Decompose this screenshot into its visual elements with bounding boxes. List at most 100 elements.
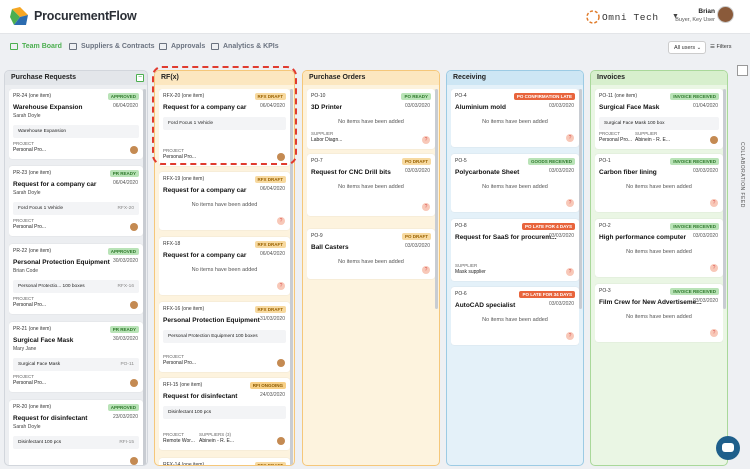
card-id-text: PO-11 <box>599 93 614 99</box>
column-title: Purchase Requests <box>5 71 147 85</box>
user-avatar[interactable] <box>717 6 734 23</box>
no-items-text: No items have been added <box>626 314 692 320</box>
unassigned-icon[interactable]: ? <box>422 266 430 274</box>
card-id-text: PR-23 <box>13 170 28 176</box>
column-scrollbar[interactable] <box>579 89 582 309</box>
add-request-button[interactable]: − <box>136 74 144 82</box>
tab-analytics-kpis[interactable]: Analytics & KPIs <box>211 43 279 50</box>
card-pr-20[interactable]: PR-20 (one item) APPROVED Request for disi… <box>9 400 143 465</box>
all-users-select[interactable]: All users ⌄ <box>668 41 706 54</box>
unassigned-icon[interactable]: ? <box>422 203 430 211</box>
unassigned-icon[interactable]: ? <box>566 199 574 207</box>
assignee-avatar[interactable] <box>130 379 138 387</box>
assignee-avatar[interactable] <box>130 146 138 154</box>
card-pr-22[interactable]: PR-22 (one item) APPROVED Personal Protect… <box>9 244 143 314</box>
card-po-8[interactable]: PO-8 PO LATE FOR 4 DAYS Request for SaaS f… <box>451 219 579 281</box>
status-badge: RFX DRAFT <box>254 306 286 313</box>
status-badge: INVOICE RECEIVED <box>670 288 719 295</box>
assignee-avatar[interactable] <box>710 136 718 144</box>
unassigned-icon[interactable]: ? <box>277 217 285 225</box>
item-ref[interactable]: RFX-20 <box>117 206 134 211</box>
card-rfx-18[interactable]: RFX-18 RFX DRAFT Request for a company car… <box>159 237 290 295</box>
card-pr-24[interactable]: PR-24 (one item) APPROVED Warehouse Expans… <box>9 89 143 159</box>
assignee-avatar[interactable] <box>130 223 138 231</box>
status-badge: RFX DRAFT <box>254 176 286 183</box>
unassigned-icon[interactable]: ? <box>710 329 718 337</box>
brand-name[interactable]: ProcurementFlow <box>34 9 137 23</box>
card-rfx-19[interactable]: RFX-19 (one item) RFX DRAFT Request for a … <box>159 172 290 230</box>
item-text: Personal Protection Equipment 100 boxes <box>168 334 258 339</box>
card-item: Surgical Face Mask 100 box <box>599 117 719 130</box>
assignee-avatar[interactable] <box>277 359 285 367</box>
card-po-6[interactable]: PO-6 PO LATE FOR 34 DAYS AutoCAD specialis… <box>451 287 579 345</box>
card-po-1[interactable]: PO-1 INVOICE RECEIVED Carbon fiber lining 0… <box>595 154 723 212</box>
card-item: Ford Focus 1 Vehicle RFX-20 <box>13 202 139 215</box>
card-rfx-16[interactable]: RFX-16 (one item) RFX DRAFT Personal Prote… <box>159 302 290 372</box>
item-text: Warehouse Expansion <box>18 129 67 134</box>
status-badge: PO READY <box>401 93 431 100</box>
tab-approvals[interactable]: Approvals <box>159 43 205 50</box>
column-cards: PR-24 (one item) APPROVED Warehouse Expans… <box>9 89 143 465</box>
card-po-3[interactable]: PO-3 INVOICE RECEIVED Film Crew for New Ad… <box>595 284 723 342</box>
column-title: Invoices <box>591 71 727 85</box>
panel-toggle-icon[interactable] <box>737 65 748 76</box>
assignee-avatar[interactable] <box>130 457 138 465</box>
no-items-text: No items have been added <box>191 267 258 273</box>
project-label: PROJECT <box>13 374 35 379</box>
status-badge: INVOICE RECEIVED <box>670 223 719 230</box>
no-items-text: No items have been added <box>626 249 692 255</box>
user-info[interactable]: Brian Buyer, Key User <box>640 8 715 23</box>
card-date: 06/04/2020 <box>112 180 138 186</box>
project-value: Personal Pro... <box>13 224 47 230</box>
assignee-avatar[interactable] <box>130 301 138 309</box>
status-badge: RFX DRAFT <box>254 462 286 465</box>
column-purchase-orders: Purchase Orders PO-10 PO READY 3D Printer 03… <box>302 70 440 466</box>
card-id-text: PO-6 <box>455 291 467 297</box>
card-line-count: (one item) <box>181 176 205 182</box>
project-value: Personal Pro... <box>13 147 47 153</box>
unassigned-icon[interactable]: ? <box>566 332 574 340</box>
supplier-label: SUPPLIER <box>635 131 658 136</box>
card-id-text: RFX-14 <box>163 462 181 465</box>
card-pr-23[interactable]: PR-23 (one item) PR READY Request for a co… <box>9 166 143 236</box>
card-item: Surgical Face Mask PO-11 <box>13 358 139 371</box>
item-text: Surgical Face Mask <box>18 362 61 367</box>
card-po-7[interactable]: PO-7 PO DRAFT Request for CNC Drill bits 03… <box>307 154 435 216</box>
collaboration-feed-panel[interactable]: COLLABORATION FEED <box>735 62 750 469</box>
filters-button[interactable]: ☰ Filters <box>710 41 744 54</box>
item-ref[interactable]: RFI-15 <box>119 440 134 445</box>
card-date: 03/03/2020 <box>548 103 574 109</box>
column-scrollbar[interactable] <box>435 89 438 309</box>
card-project: PROJECT Personal Pro... <box>13 141 46 153</box>
item-ref[interactable]: PO-11 <box>120 362 134 367</box>
supplier-value: Mask supplier <box>455 269 486 275</box>
unassigned-icon[interactable]: ? <box>422 136 430 144</box>
card-id-text: PO-10 <box>311 93 326 99</box>
card-po-5[interactable]: PO-5 GOODS RECEIVED Polycarbonate Sheet 03/… <box>451 154 579 212</box>
card-rfx-14[interactable]: RFX-14 (one item) RFX DRAFT <box>159 458 290 465</box>
unassigned-icon[interactable]: ? <box>710 199 718 207</box>
column-scrollbar[interactable] <box>723 89 726 309</box>
no-items-text: No items have been added <box>191 202 258 208</box>
column-cards: PO-10 PO READY 3D Printer 03/03/2020 No item… <box>307 89 435 465</box>
column-title: Receiving <box>447 71 583 85</box>
tab-suppliers-contracts[interactable]: Suppliers & Contracts <box>69 43 155 50</box>
column-scrollbar[interactable] <box>143 89 146 465</box>
card-po-10[interactable]: PO-10 PO READY 3D Printer 03/03/2020 No item… <box>307 89 435 149</box>
unassigned-icon[interactable]: ? <box>710 264 718 272</box>
chat-button[interactable] <box>716 436 740 460</box>
card-rfi-15[interactable]: RFI-15 (one item) RFI ONGOING Request for … <box>159 378 290 450</box>
unassigned-icon[interactable]: ? <box>566 268 574 276</box>
tab-team-board[interactable]: Team Board <box>10 43 62 50</box>
unassigned-icon[interactable]: ? <box>566 134 574 142</box>
unassigned-icon[interactable]: ? <box>277 282 285 290</box>
card-po-11[interactable]: PO-11 (one item) INVOICE RECEIVED Surgical… <box>595 89 723 149</box>
card-po-4[interactable]: PO-4 PO CONFIRMATION LATE Aluminium mold 03… <box>451 89 579 147</box>
card-pr-21[interactable]: PR-21 (one item) PR READY Surgical Face Ma… <box>9 322 143 392</box>
card-po-9[interactable]: PO-9 PO DRAFT Ball Casters 03/03/2020 No ite… <box>307 229 435 279</box>
item-text: Disinfectant 100 pcs <box>168 410 212 415</box>
card-project: PROJECT Remote Wor... <box>163 432 195 444</box>
card-po-2[interactable]: PO-2 INVOICE RECEIVED High performance com… <box>595 219 723 277</box>
item-ref[interactable]: RFX-16 <box>117 284 134 289</box>
assignee-avatar[interactable] <box>277 437 285 445</box>
